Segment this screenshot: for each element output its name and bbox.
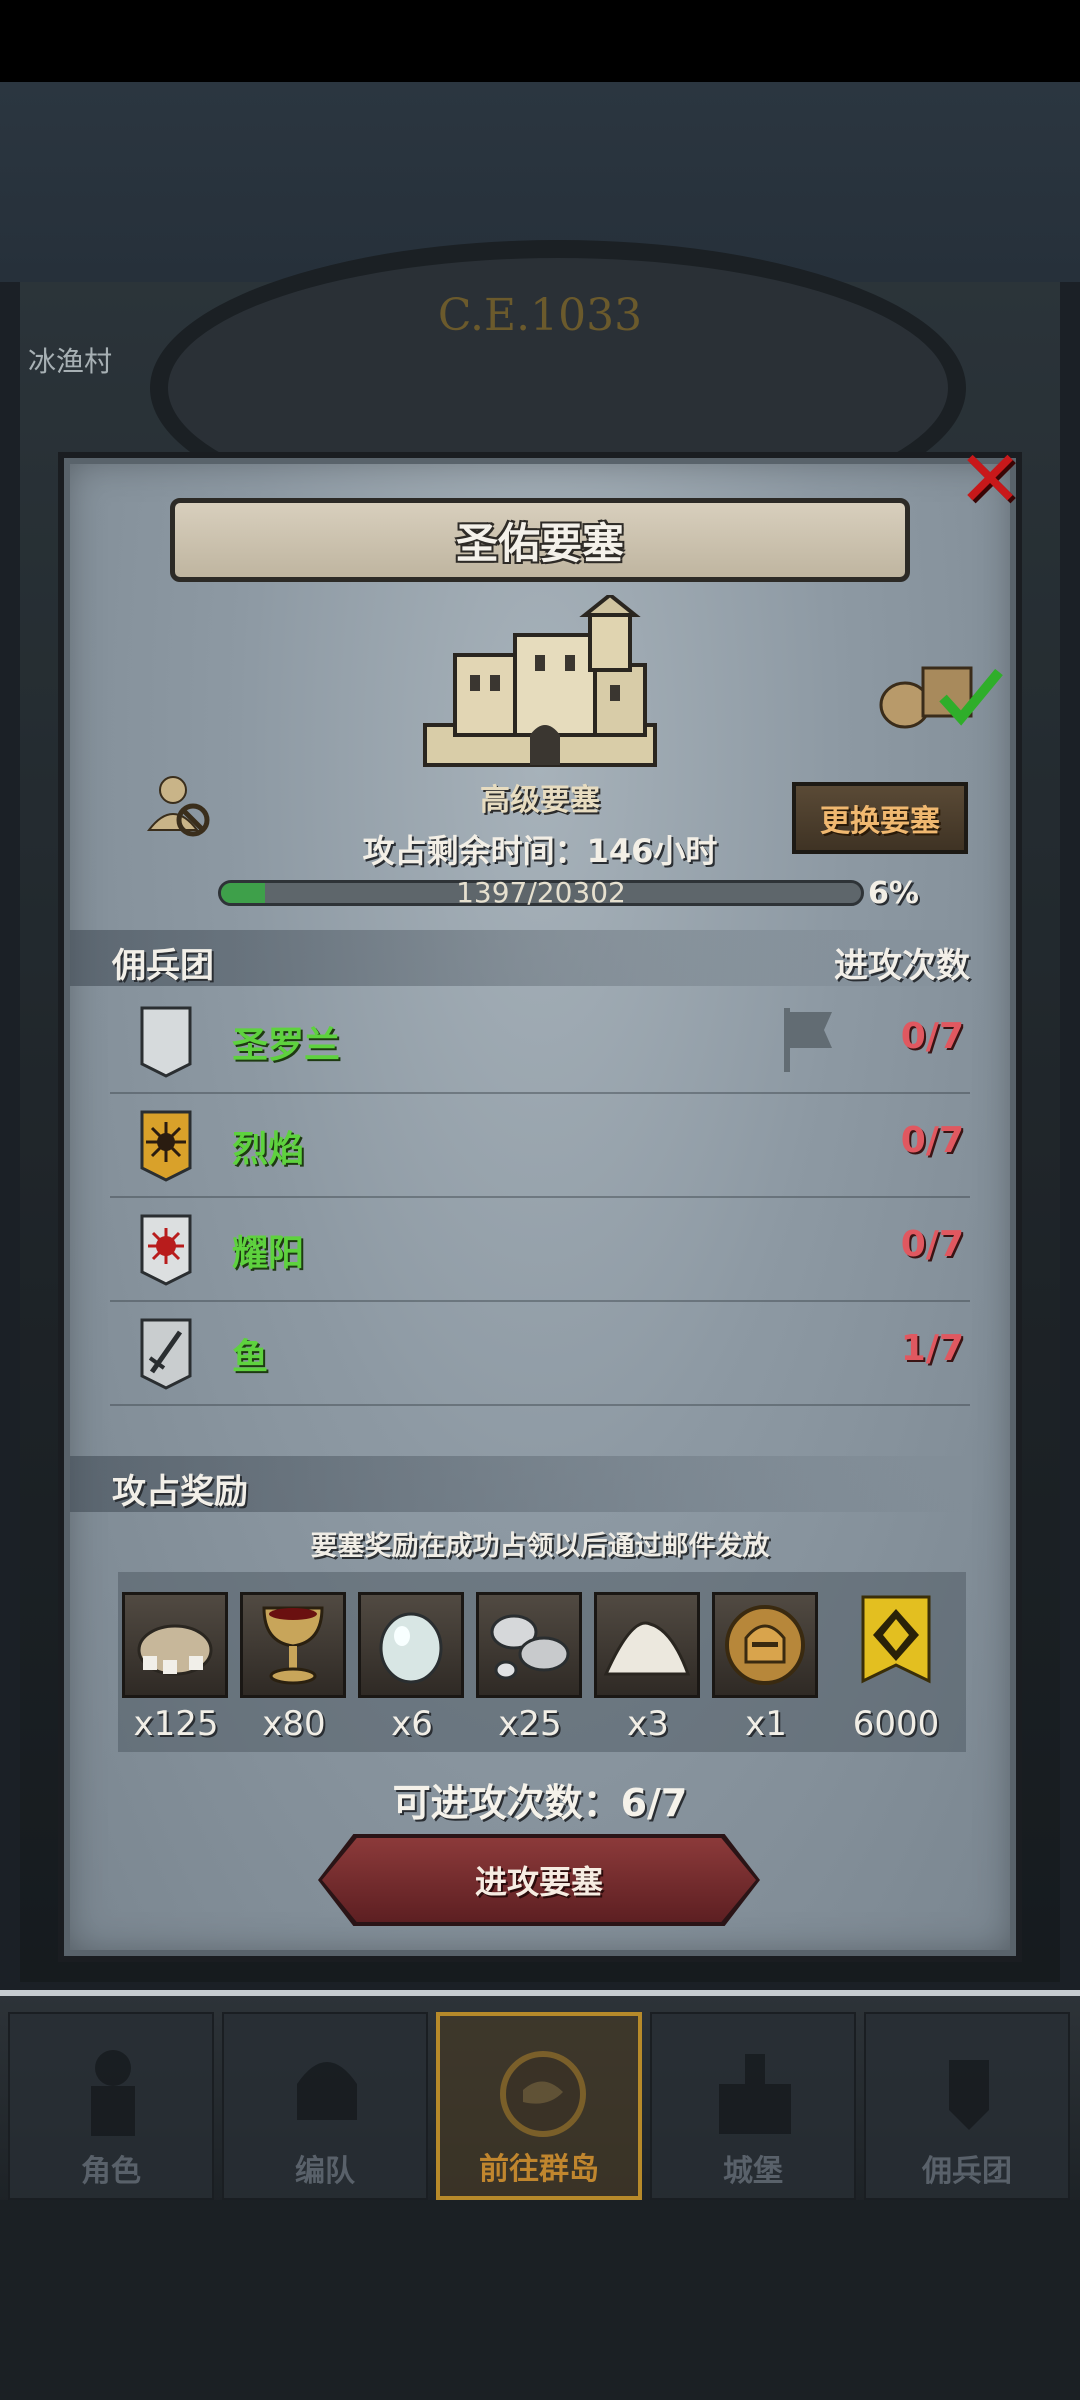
attack-fortress-button[interactable]: 进攻要塞: [322, 1838, 756, 1922]
mercenary-icon: [949, 2060, 989, 2130]
tab-character[interactable]: 角色: [8, 2012, 214, 2200]
gem-stone-icon: [379, 1612, 443, 1684]
tab-castle[interactable]: 城堡: [650, 2012, 856, 2200]
reward-qty: x125: [133, 1704, 219, 1744]
progress-text: 1397/20302: [456, 876, 626, 909]
tab-go-to-islands[interactable]: 前往群岛: [436, 2012, 642, 2200]
mercenary-row[interactable]: 圣罗兰 0/7: [110, 988, 970, 1094]
reward-qty: x1: [745, 1704, 787, 1744]
tab-label: 佣兵团: [922, 2154, 1012, 2189]
red-sun-banner-icon: [140, 1214, 192, 1286]
tab-formation[interactable]: 编队: [222, 2012, 428, 2200]
goblet-icon: [262, 1606, 324, 1685]
attack-count: 0/7: [900, 1120, 964, 1161]
reward-item[interactable]: x25: [476, 1592, 584, 1744]
flag-icon: [784, 1008, 832, 1072]
mercenary-name: 耀阳: [232, 1233, 305, 1274]
helmet-icon: [297, 2062, 357, 2120]
mercenary-row[interactable]: 鱼 1/7: [110, 1300, 970, 1406]
reward-item[interactable]: x1: [712, 1592, 820, 1744]
attack-count: 0/7: [900, 1016, 964, 1057]
mercenary-section-header: 佣兵团 进攻次数: [70, 930, 970, 986]
reward-qty: 6000: [852, 1704, 940, 1744]
mercenary-header-label: 佣兵团: [112, 946, 214, 986]
mercenary-row[interactable]: 烈焰 0/7: [110, 1092, 970, 1198]
rewards-note: 要塞奖励在成功占领以后通过邮件发放: [310, 1531, 770, 1562]
reward-item[interactable]: x6: [358, 1592, 466, 1744]
village-label: 冰渔村: [28, 345, 113, 378]
salt-pile-icon: [603, 1621, 691, 1676]
mercenary-name: 鱼: [232, 1337, 269, 1378]
reward-qty: x80: [262, 1704, 326, 1744]
attack-count-header-label: 进攻次数: [834, 946, 970, 986]
moon-banner-icon: [140, 1006, 192, 1078]
reward-qty: x3: [627, 1704, 669, 1744]
knight-helmet-coin-icon: [725, 1605, 805, 1685]
status-bar-area: [0, 0, 1080, 82]
reward-qty: x6: [391, 1704, 433, 1744]
rewards-claimed-icon[interactable]: [875, 660, 1005, 730]
attack-count: 1/7: [900, 1328, 964, 1369]
dialog-title: 圣佑要塞: [170, 498, 910, 582]
castle-icon: [719, 2054, 791, 2134]
attack-count: 0/7: [900, 1224, 964, 1265]
sun-banner-icon: [140, 1110, 192, 1182]
knight-icon: [91, 2050, 135, 2136]
close-button[interactable]: ✕: [950, 440, 1030, 520]
reward-item[interactable]: x125: [122, 1592, 230, 1744]
ore-sack-icon: [137, 1624, 213, 1676]
rewards-section-header: 攻占奖励: [70, 1456, 970, 1512]
guild-banner-icon: [861, 1595, 931, 1684]
mercenary-row[interactable]: 耀阳 0/7: [110, 1196, 970, 1302]
close-icon: ✕: [957, 435, 1023, 525]
sword-banner-icon: [140, 1318, 192, 1390]
tab-label: 前往群岛: [479, 2152, 599, 2187]
reward-item[interactable]: 6000: [846, 1592, 946, 1744]
era-label: C.E.1033: [437, 290, 643, 341]
rewards-header-label: 攻占奖励: [112, 1472, 248, 1512]
mercenary-name: 烈焰: [232, 1129, 305, 1170]
remaining-time: 攻占剩余时间：146小时: [362, 832, 718, 870]
progress-percent: 6%: [868, 876, 919, 911]
mercenary-name: 圣罗兰: [232, 1025, 341, 1066]
reward-qty: x25: [498, 1704, 562, 1744]
reward-item[interactable]: x3: [594, 1592, 702, 1744]
reward-item[interactable]: x80: [240, 1592, 348, 1744]
silver-ore-icon: [490, 1614, 570, 1680]
globe-icon: [500, 2051, 586, 2137]
bottom-safe-area: [0, 2200, 1080, 2400]
tab-label: 城堡: [723, 2154, 783, 2189]
fortress-castle-icon: [423, 595, 657, 767]
attacks-remaining: 可进攻次数：6/7: [392, 1781, 688, 1825]
tab-label: 编队: [295, 2154, 355, 2189]
tab-label: 角色: [81, 2154, 141, 2189]
tab-mercenary[interactable]: 佣兵团: [864, 2012, 1070, 2200]
